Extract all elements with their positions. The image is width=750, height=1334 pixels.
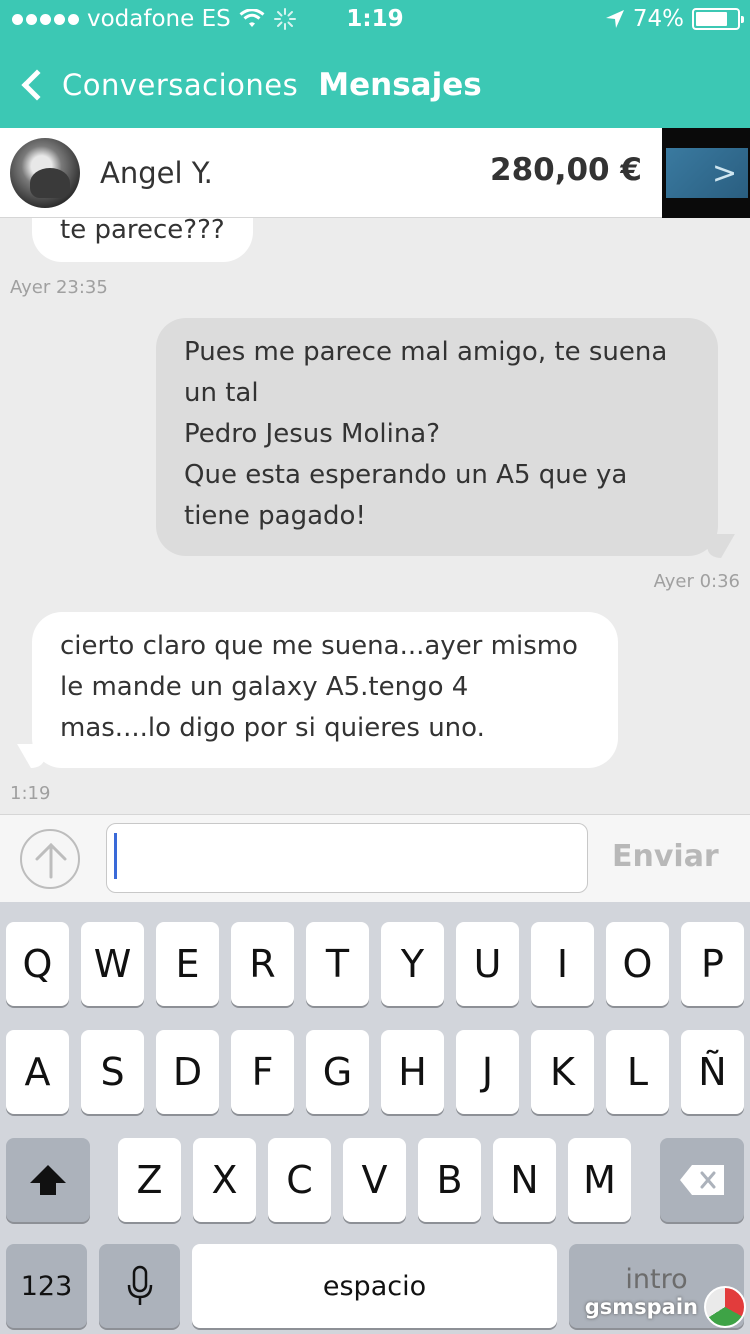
- shift-arrow-icon: [30, 1165, 66, 1195]
- conversation-header[interactable]: Angel Y. 280,00 € >: [0, 128, 750, 218]
- key[interactable]: V: [343, 1138, 406, 1222]
- user-name: Angel Y.: [100, 156, 213, 190]
- key[interactable]: C: [268, 1138, 331, 1222]
- navigation-bar: Conversaciones Mensajes: [0, 50, 750, 120]
- top-bar: vodafone ES 1:19 74% Conversaciones Mens…: [0, 0, 750, 128]
- message-bubble-incoming: te parece???: [32, 218, 253, 262]
- message-timestamp: Ayer 0:36: [653, 571, 740, 592]
- avatar[interactable]: [10, 138, 80, 208]
- message-line: mas....lo digo por si quieres uno.: [60, 713, 485, 743]
- composer-bar: Enviar: [0, 814, 750, 902]
- message-line: le mande un galaxy A5.tengo 4: [60, 672, 469, 702]
- key[interactable]: K: [531, 1030, 594, 1114]
- battery-icon: [692, 8, 744, 30]
- key[interactable]: Z: [118, 1138, 181, 1222]
- message-line: tiene pagado!: [184, 501, 366, 531]
- key[interactable]: P: [681, 922, 744, 1006]
- key[interactable]: N: [493, 1138, 556, 1222]
- keyboard: Q W E R T Y U I O P A S D F G H J K L Ñ …: [0, 902, 750, 1334]
- message-input[interactable]: [106, 823, 588, 893]
- key[interactable]: U: [456, 922, 519, 1006]
- chevron-left-icon: [21, 69, 53, 101]
- backspace-key[interactable]: [660, 1138, 744, 1222]
- back-label: Conversaciones: [62, 68, 299, 102]
- key[interactable]: A: [6, 1030, 69, 1114]
- arrow-up-icon: [35, 842, 67, 879]
- message-line: cierto claro que me suena...ayer mismo: [60, 631, 578, 661]
- message-line: un tal: [184, 378, 259, 408]
- key[interactable]: Y: [381, 922, 444, 1006]
- page-title: Mensajes: [318, 67, 482, 103]
- key[interactable]: H: [381, 1030, 444, 1114]
- text-caret: [114, 833, 117, 879]
- watermark: gsmspain: [585, 1286, 746, 1328]
- product-logo-icon: >: [712, 156, 738, 191]
- item-price: 280,00 €: [490, 152, 642, 188]
- message-line: Que esta esperando un A5 que ya: [184, 460, 628, 490]
- message-timestamp: 1:19: [10, 783, 51, 804]
- product-thumbnail[interactable]: >: [662, 128, 750, 218]
- backspace-icon: [680, 1165, 724, 1195]
- message-bubble-incoming: cierto claro que me suena...ayer mismo l…: [32, 612, 618, 768]
- key[interactable]: Ñ: [681, 1030, 744, 1114]
- microphone-icon: [127, 1265, 152, 1305]
- shift-key[interactable]: [6, 1138, 90, 1222]
- key[interactable]: F: [231, 1030, 294, 1114]
- message-text: te parece???: [60, 218, 225, 245]
- watermark-text: gsmspain: [584, 1295, 698, 1319]
- message-line: Pues me parece mal amigo, te suena: [184, 337, 668, 367]
- key[interactable]: G: [306, 1030, 369, 1114]
- dictation-key[interactable]: [99, 1244, 180, 1328]
- back-button[interactable]: Conversaciones: [18, 68, 298, 102]
- key[interactable]: Q: [6, 922, 69, 1006]
- watermark-logo-icon: [704, 1286, 746, 1328]
- key[interactable]: S: [81, 1030, 144, 1114]
- key[interactable]: E: [156, 922, 219, 1006]
- key[interactable]: I: [531, 922, 594, 1006]
- key[interactable]: R: [231, 922, 294, 1006]
- numbers-key[interactable]: 123: [6, 1244, 87, 1328]
- message-line: Pedro Jesus Molina?: [184, 419, 441, 449]
- send-button[interactable]: Enviar: [612, 839, 719, 874]
- key[interactable]: B: [418, 1138, 481, 1222]
- key[interactable]: L: [606, 1030, 669, 1114]
- chat-area[interactable]: te parece??? Ayer 23:35 Pues me parece m…: [0, 218, 750, 814]
- message-timestamp: Ayer 23:35: [10, 277, 108, 298]
- attach-button[interactable]: [20, 829, 80, 889]
- key[interactable]: X: [193, 1138, 256, 1222]
- key[interactable]: W: [81, 922, 144, 1006]
- space-key[interactable]: espacio: [192, 1244, 557, 1328]
- key[interactable]: O: [606, 922, 669, 1006]
- key[interactable]: M: [568, 1138, 631, 1222]
- message-bubble-outgoing: Pues me parece mal amigo, te suena un ta…: [156, 318, 718, 556]
- key[interactable]: D: [156, 1030, 219, 1114]
- location-arrow-icon: [605, 10, 624, 28]
- key[interactable]: J: [456, 1030, 519, 1114]
- battery-percent: 74%: [632, 6, 684, 32]
- key[interactable]: T: [306, 922, 369, 1006]
- status-bar: vodafone ES 1:19 74%: [0, 0, 750, 40]
